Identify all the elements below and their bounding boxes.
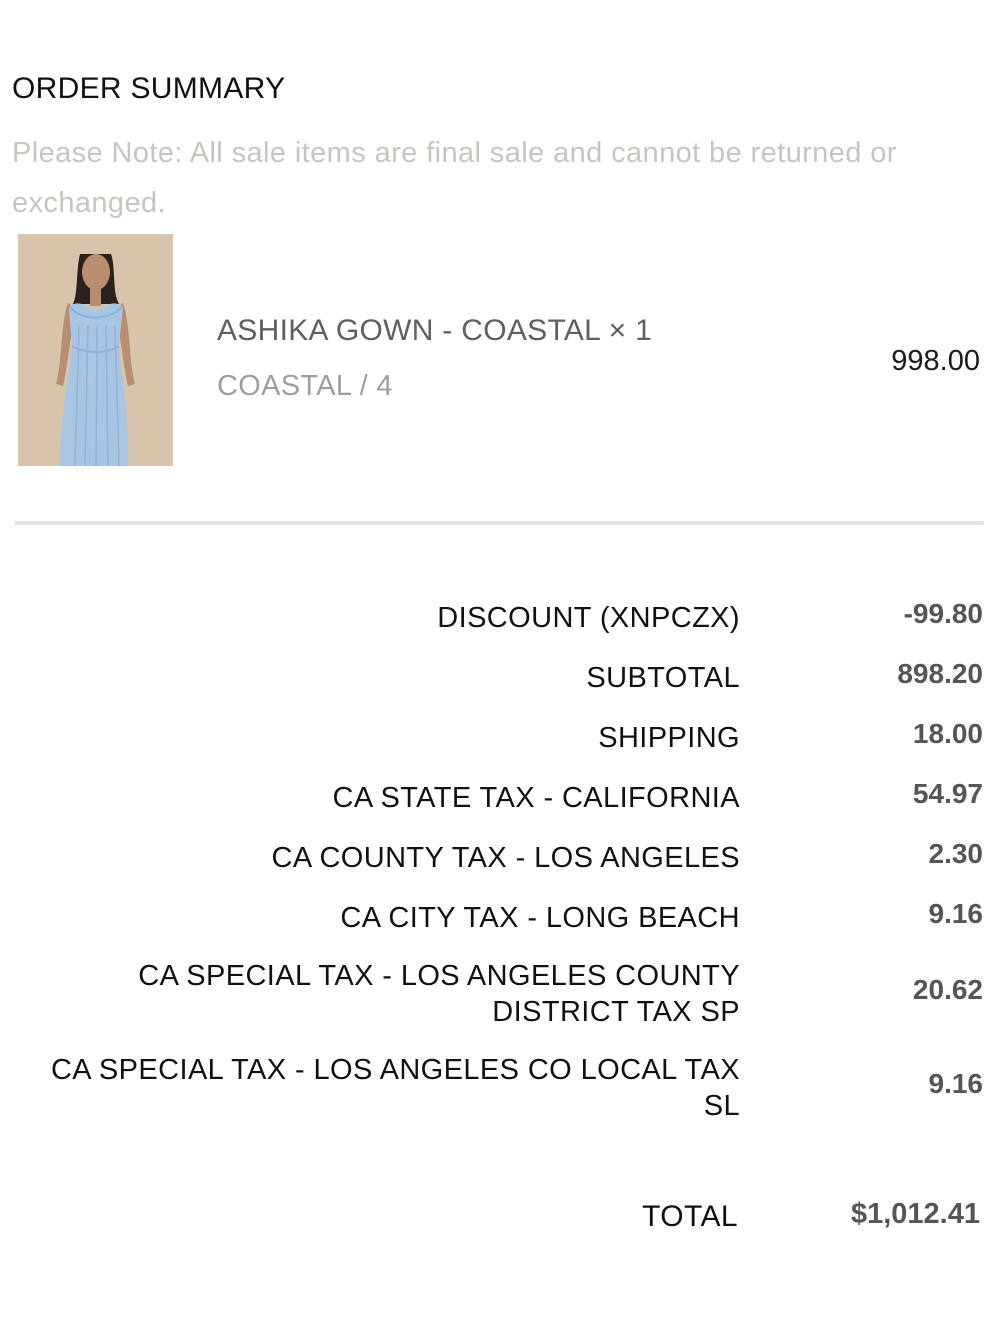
summary-value-discount: -99.80: [903, 598, 983, 629]
summary-label-state-tax: CA STATE TAX - CALIFORNIA: [332, 782, 740, 814]
total-value: $1,012.41: [850, 1198, 980, 1230]
gown-photo-icon: [18, 234, 173, 466]
total-label: TOTAL: [642, 1200, 738, 1233]
summary-value-state-tax: 54.97: [912, 778, 983, 809]
product-name: ASHIKA GOWN - COASTAL × 1: [217, 314, 653, 347]
summary-label-city-tax: CA CITY TAX - LONG BEACH: [340, 902, 740, 934]
summary-label-shipping: SHIPPING: [598, 722, 740, 754]
summary-label-special-tax-district: CA SPECIAL TAX - LOS ANGELES COUNTY DIST…: [138, 960, 740, 1028]
summary-label-county-tax: CA COUNTY TAX - LOS ANGELES: [271, 842, 740, 874]
summary-value-special-tax-local: 9.16: [928, 1068, 984, 1099]
product-price: 998.00: [891, 345, 980, 377]
summary-value-county-tax: 2.30: [928, 838, 984, 869]
product-image: [18, 234, 173, 466]
final-sale-note: Please Note: All sale items are final sa…: [12, 137, 897, 219]
summary-label-special-tax-local: CA SPECIAL TAX - LOS ANGELES CO LOCAL TA…: [50, 1054, 740, 1122]
summary-value-subtotal: 898.20: [897, 658, 983, 689]
summary-value-shipping: 18.00: [912, 718, 983, 749]
summary-label-discount: DISCOUNT (XNPCZX): [437, 602, 740, 634]
summary-value-city-tax: 9.16: [928, 898, 984, 929]
order-summary-title: ORDER SUMMARY: [12, 72, 286, 105]
summary-value-special-tax-district: 20.62: [912, 974, 983, 1005]
summary-label-subtotal: SUBTOTAL: [586, 662, 740, 694]
summary-divider: [15, 521, 984, 525]
product-variant: COASTAL / 4: [217, 370, 393, 402]
